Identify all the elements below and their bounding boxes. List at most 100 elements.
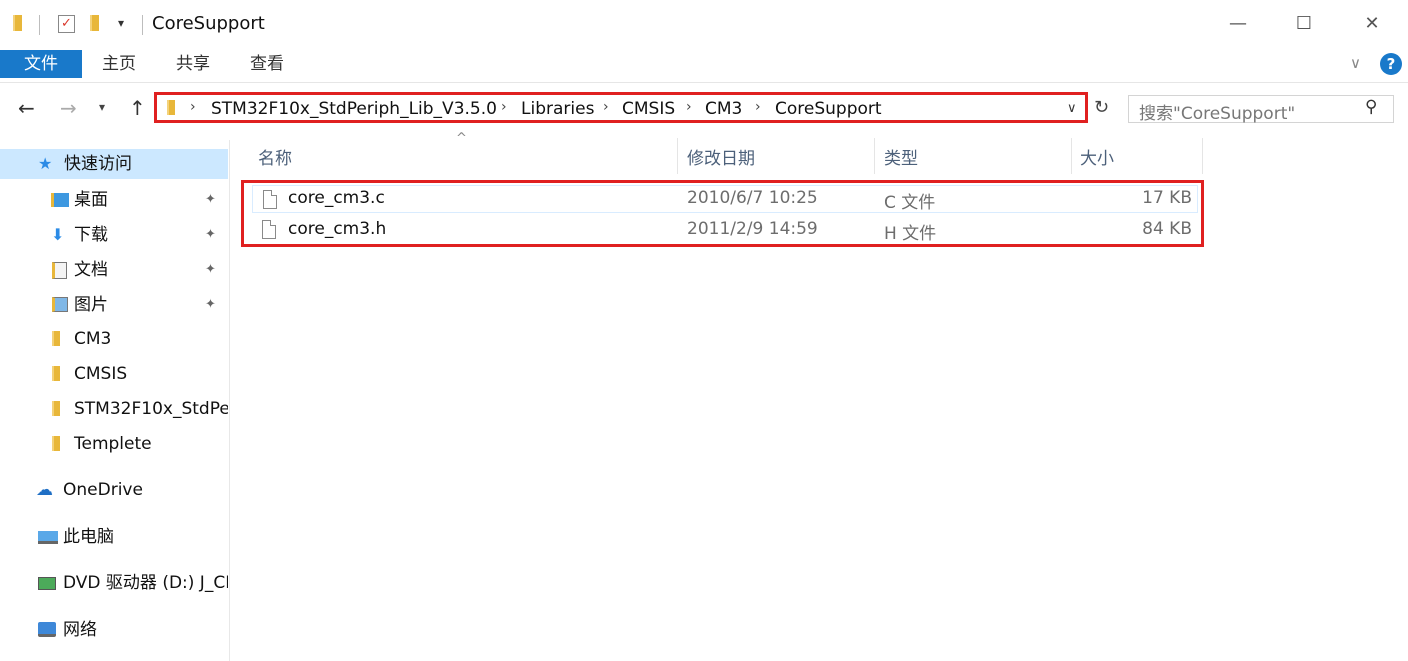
sidebar-item-label: DVD 驱动器 (D:) J_CI (63, 573, 228, 593)
new-folder-icon[interactable] (90, 15, 99, 31)
sidebar-item-label: 文档 (74, 260, 108, 280)
address-dropdown-icon[interactable]: ∨ (1067, 101, 1077, 116)
sidebar-item-quick-access[interactable]: ★ 快速访问 (0, 149, 228, 179)
minimize-button[interactable]: — (1218, 10, 1258, 38)
folder-icon (52, 401, 60, 416)
tab-home[interactable]: 主页 (92, 50, 146, 78)
column-divider[interactable] (874, 138, 875, 174)
sidebar-item-dvd[interactable]: DVD 驱动器 (D:) J_CI (0, 568, 228, 598)
expand-ribbon-icon[interactable]: ∨ (1350, 54, 1361, 72)
sidebar-item-downloads[interactable]: ⬇ 下载 ✦ (0, 220, 228, 250)
file-type: C 文件 (884, 193, 936, 213)
star-icon: ★ (38, 154, 53, 173)
breadcrumb-item[interactable]: CoreSupport (775, 99, 882, 119)
sidebar-item-cm3[interactable]: CM3 (0, 324, 228, 354)
sidebar-item-onedrive[interactable]: ☁ OneDrive (0, 475, 228, 505)
sidebar-item-label: CMSIS (74, 364, 128, 384)
folder-icon (13, 15, 22, 31)
sidebar-item-label: 图片 (74, 295, 108, 315)
file-modified: 2011/2/9 14:59 (687, 219, 818, 239)
divider (0, 82, 1408, 83)
file-size: 17 KB (1142, 188, 1192, 208)
file-icon (262, 220, 276, 239)
sidebar-item-label: Templete (74, 434, 152, 454)
cloud-icon: ☁ (36, 480, 53, 500)
pin-icon[interactable]: ✦ (205, 185, 216, 215)
sidebar-item-documents[interactable]: 文档 ✦ (0, 255, 228, 285)
column-header-type[interactable]: 类型 (884, 144, 918, 169)
chevron-right-icon[interactable]: › (755, 99, 761, 115)
file-modified: 2010/6/7 10:25 (687, 188, 818, 208)
file-type: H 文件 (884, 224, 937, 244)
column-header-modified[interactable]: 修改日期 (687, 144, 755, 169)
sidebar-item-network[interactable]: 网络 (0, 615, 228, 645)
breadcrumb-item[interactable]: CM3 (705, 99, 742, 119)
sidebar-item-stm32[interactable]: STM32F10x_StdPe (0, 394, 228, 424)
computer-icon (38, 531, 58, 544)
up-button[interactable]: ↑ (129, 96, 146, 120)
search-input[interactable]: 搜索"CoreSupport" ⚲ (1128, 95, 1394, 124)
sidebar-item-pictures[interactable]: 图片 ✦ (0, 290, 228, 320)
pin-icon[interactable]: ✦ (205, 220, 216, 250)
folder-icon (52, 366, 60, 381)
sidebar-item-label: 桌面 (74, 190, 108, 210)
navigation-pane: ★ 快速访问 桌面 ✦ ⬇ 下载 ✦ 文档 ✦ 图片 ✦ CM3 CMSIS S… (0, 140, 230, 661)
sidebar-item-cmsis[interactable]: CMSIS (0, 359, 228, 389)
divider (39, 15, 40, 35)
file-size: 84 KB (1142, 219, 1192, 239)
column-divider[interactable] (1202, 138, 1203, 174)
window-title: CoreSupport (152, 13, 265, 34)
breadcrumb-item[interactable]: Libraries (521, 99, 594, 119)
close-button[interactable]: ✕ (1352, 10, 1392, 38)
tab-share[interactable]: 共享 (166, 50, 220, 78)
chevron-right-icon[interactable]: › (603, 99, 609, 115)
pin-icon[interactable]: ✦ (205, 255, 216, 285)
folder-icon (52, 331, 60, 346)
chevron-right-icon[interactable]: › (686, 99, 692, 115)
sidebar-item-label: 快速访问 (64, 154, 132, 174)
refresh-button[interactable]: ↻ (1094, 97, 1109, 118)
dvd-drive-icon (38, 577, 56, 590)
breadcrumb-item[interactable]: CMSIS (622, 99, 675, 119)
breadcrumb-item[interactable]: STM32F10x_StdPeriph_Lib_V3.5.0 (211, 99, 497, 119)
address-bar[interactable]: › STM32F10x_StdPeriph_Lib_V3.5.0 › Libra… (154, 92, 1088, 123)
column-header-name[interactable]: 名称 (258, 144, 292, 169)
sidebar-item-desktop[interactable]: 桌面 ✦ (0, 185, 228, 215)
divider (142, 15, 143, 35)
file-name[interactable]: core_cm3.h (288, 219, 386, 239)
maximize-button[interactable]: ☐ (1284, 10, 1324, 38)
column-divider[interactable] (677, 138, 678, 174)
download-icon: ⬇ (51, 225, 65, 244)
document-icon (52, 262, 67, 279)
title-bar: ✓ ▾ CoreSupport — ☐ ✕ (0, 0, 1408, 48)
recent-locations-icon[interactable]: ▾ (99, 100, 105, 114)
desktop-icon (51, 193, 69, 207)
search-placeholder: 搜索"CoreSupport" (1139, 104, 1296, 124)
chevron-right-icon[interactable]: › (190, 99, 196, 115)
folder-icon (52, 436, 60, 451)
search-icon[interactable]: ⚲ (1365, 97, 1377, 117)
file-icon (263, 190, 277, 209)
tab-view[interactable]: 查看 (240, 50, 294, 78)
properties-icon[interactable]: ✓ (58, 15, 75, 33)
sidebar-item-label: 此电脑 (63, 527, 114, 547)
network-icon (38, 622, 56, 637)
sidebar-item-this-pc[interactable]: 此电脑 (0, 522, 228, 552)
file-name[interactable]: core_cm3.c (288, 188, 385, 208)
sidebar-item-label: STM32F10x_StdPe (74, 399, 228, 419)
sidebar-item-label: OneDrive (63, 480, 143, 500)
qat-dropdown-icon[interactable]: ▾ (118, 16, 124, 30)
column-header-size[interactable]: 大小 (1080, 144, 1114, 169)
pin-icon[interactable]: ✦ (205, 290, 216, 320)
back-button[interactable]: ← (18, 96, 35, 120)
chevron-right-icon[interactable]: › (501, 99, 507, 115)
sort-ascending-icon: ^ (456, 131, 467, 146)
help-icon[interactable]: ? (1380, 53, 1402, 75)
sidebar-item-label: 下载 (74, 225, 108, 245)
forward-button[interactable]: → (60, 96, 77, 120)
picture-icon (52, 297, 68, 312)
tab-file[interactable]: 文件 (0, 50, 82, 78)
sidebar-item-templete[interactable]: Templete (0, 429, 228, 459)
sidebar-item-label: CM3 (74, 329, 112, 349)
column-divider[interactable] (1071, 138, 1072, 174)
